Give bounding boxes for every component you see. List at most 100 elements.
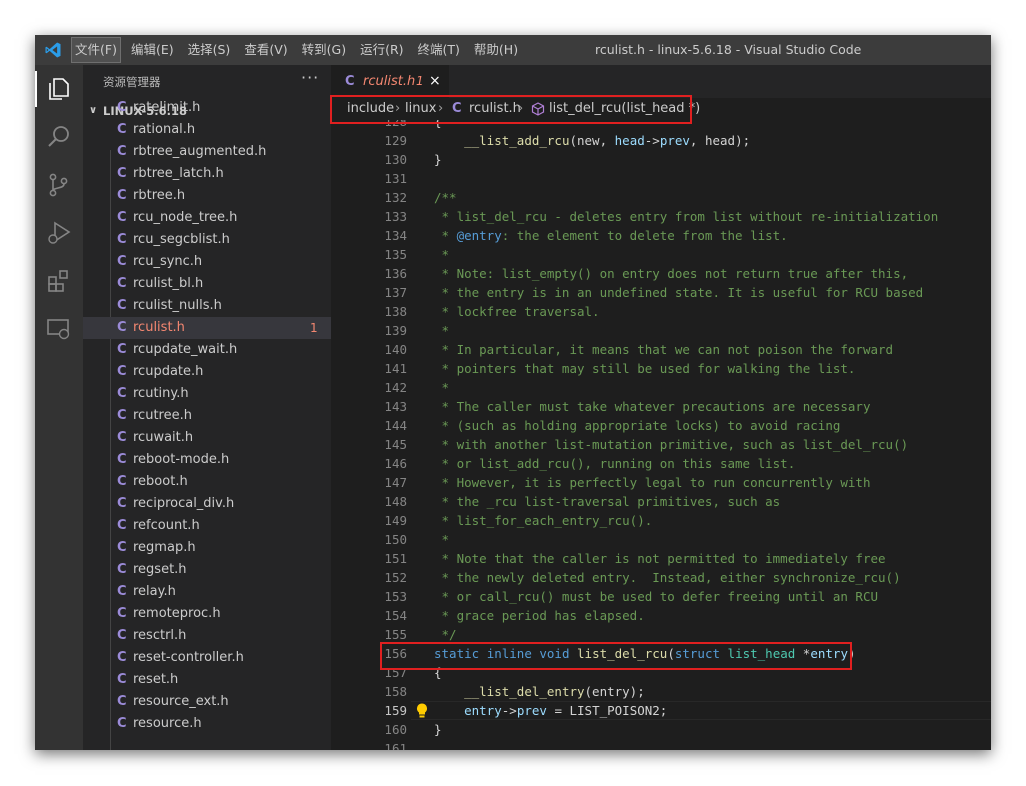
- remote-explorer-icon[interactable]: [45, 315, 73, 343]
- code-line[interactable]: 135 *: [331, 245, 991, 264]
- file-item[interactable]: Creciprocal_div.h: [83, 493, 331, 515]
- more-actions-button[interactable]: ···: [301, 68, 319, 87]
- code-line[interactable]: 146 * or list_add_rcu(), running on this…: [331, 454, 991, 473]
- menu-item[interactable]: 终端(T): [415, 38, 463, 62]
- tab-rculist[interactable]: C rculist.h 1 ×: [331, 65, 449, 98]
- code-text: *: [434, 530, 450, 549]
- window-title: rculist.h - linux-5.6.18 - Visual Studio…: [595, 42, 862, 57]
- file-item[interactable]: Cresctrl.h: [83, 625, 331, 647]
- file-item[interactable]: Cregset.h: [83, 559, 331, 581]
- code-line[interactable]: 137 * the entry is in an undefined state…: [331, 283, 991, 302]
- lightbulb-icon[interactable]: [415, 702, 429, 719]
- file-item[interactable]: Crbtree.h: [83, 185, 331, 207]
- code-line[interactable]: 147 * However, it is perfectly legal to …: [331, 473, 991, 492]
- line-number: 151: [384, 551, 407, 566]
- file-item[interactable]: Creset.h: [83, 669, 331, 691]
- code-line[interactable]: 160}: [331, 720, 991, 739]
- file-item[interactable]: Crculist.h 1: [83, 317, 331, 339]
- menu-item[interactable]: 运行(R): [357, 38, 406, 62]
- menu-item[interactable]: 选择(S): [185, 38, 234, 62]
- file-item[interactable]: Creset-controller.h: [83, 647, 331, 669]
- c-file-icon: C: [117, 694, 127, 709]
- line-number: 150: [384, 532, 407, 547]
- file-name: refcount.h: [133, 518, 200, 533]
- file-name: resctrl.h: [133, 628, 187, 643]
- code-line[interactable]: 134 * @entry: the element to delete from…: [331, 226, 991, 245]
- file-name: regset.h: [133, 562, 187, 577]
- search-icon[interactable]: [45, 123, 73, 151]
- c-file-icon: C: [117, 606, 127, 621]
- code-line[interactable]: 132 /**: [331, 188, 991, 207]
- code-text: }: [434, 150, 442, 169]
- line-number: 138: [384, 304, 407, 319]
- code-line[interactable]: 129 __list_add_rcu(new, head->prev, head…: [331, 131, 991, 150]
- code-line[interactable]: 139 *: [331, 321, 991, 340]
- file-name: resource.h: [133, 716, 202, 731]
- file-item[interactable]: Cregmap.h: [83, 537, 331, 559]
- file-item[interactable]: Crcu_sync.h: [83, 251, 331, 273]
- code-token: /**: [434, 190, 457, 205]
- code-line[interactable]: 144 * (such as holding appropriate locks…: [331, 416, 991, 435]
- vscode-window: 文件(F) 编辑(E) 选择(S) 查看(V) 转到(G) 运行(R) 终端(T) 帮助(H)…: [35, 35, 991, 750]
- code-line[interactable]: 148 * the _rcu list-traversal primitives…: [331, 492, 991, 511]
- explorer-icon[interactable]: [45, 75, 73, 103]
- file-item[interactable]: Cremoteproc.h: [83, 603, 331, 625]
- file-item[interactable]: Crcuwait.h: [83, 427, 331, 449]
- file-item[interactable]: Crational.h: [83, 119, 331, 141]
- explorer-sidebar: 资源管理器 ··· ∨ LINUX-5.6.18 Cratelimit.h Cra…: [83, 65, 331, 750]
- code-token: *: [434, 380, 450, 395]
- code-line[interactable]: 140 * In particular, it means that we ca…: [331, 340, 991, 359]
- code-line[interactable]: 138 * lockfree traversal.: [331, 302, 991, 321]
- code-token: }: [434, 722, 442, 737]
- code-line[interactable]: 159 entry->prev = LIST_POISON2;: [331, 701, 991, 720]
- file-item[interactable]: Crbtree_augmented.h: [83, 141, 331, 163]
- code-text: *: [434, 378, 450, 397]
- file-item[interactable]: Crcutiny.h: [83, 383, 331, 405]
- code-line[interactable]: 136 * Note: list_empty() on entry does n…: [331, 264, 991, 283]
- file-item[interactable]: Crculist_bl.h: [83, 273, 331, 295]
- source-control-icon[interactable]: [45, 171, 73, 199]
- menu-item[interactable]: 编辑(E): [128, 38, 177, 62]
- code-line[interactable]: 133 * list_del_rcu - deletes entry from …: [331, 207, 991, 226]
- file-item[interactable]: Creboot-mode.h: [83, 449, 331, 471]
- run-debug-icon[interactable]: [45, 219, 73, 247]
- code-line[interactable]: 152 * the newly deleted entry. Instead, …: [331, 568, 991, 587]
- menu-item[interactable]: 查看(V): [241, 38, 290, 62]
- file-item[interactable]: Crcu_segcblist.h: [83, 229, 331, 251]
- file-item[interactable]: Crefcount.h: [83, 515, 331, 537]
- code-line[interactable]: 142 *: [331, 378, 991, 397]
- file-item[interactable]: Creboot.h: [83, 471, 331, 493]
- code-line[interactable]: 131: [331, 169, 991, 188]
- file-item[interactable]: Cratelimit.h: [83, 97, 331, 119]
- menu-item[interactable]: 转到(G): [299, 38, 349, 62]
- code-line[interactable]: 145 * with another list-mutation primiti…: [331, 435, 991, 454]
- code-line[interactable]: 161: [331, 739, 991, 750]
- code-line[interactable]: 143 * The caller must take whatever prec…: [331, 397, 991, 416]
- file-item[interactable]: Crcupdate.h: [83, 361, 331, 383]
- code-line[interactable]: 153 * or call_rcu() must be used to defe…: [331, 587, 991, 606]
- file-name: rcu_node_tree.h: [133, 210, 238, 225]
- code-line[interactable]: 154 * grace period has elapsed.: [331, 606, 991, 625]
- code-line[interactable]: 158 __list_del_entry(entry);: [331, 682, 991, 701]
- file-item[interactable]: Crculist_nulls.h: [83, 295, 331, 317]
- file-item[interactable]: Crbtree_latch.h: [83, 163, 331, 185]
- code-line[interactable]: 149 * list_for_each_entry_rcu().: [331, 511, 991, 530]
- file-name: rcu_sync.h: [133, 254, 203, 269]
- file-item[interactable]: Crcu_node_tree.h: [83, 207, 331, 229]
- menu-item[interactable]: 帮助(H): [471, 38, 521, 62]
- code-line[interactable]: 150 *: [331, 530, 991, 549]
- file-item[interactable]: Crcupdate_wait.h: [83, 339, 331, 361]
- c-file-icon: C: [117, 342, 127, 357]
- file-item[interactable]: Cresource_ext.h: [83, 691, 331, 713]
- code-line[interactable]: 141 * pointers that may still be used fo…: [331, 359, 991, 378]
- file-item[interactable]: Crelay.h: [83, 581, 331, 603]
- code-text: * However, it is perfectly legal to run …: [434, 473, 871, 492]
- extensions-icon[interactable]: [45, 267, 73, 295]
- file-item[interactable]: Cresource.h: [83, 713, 331, 735]
- code-line[interactable]: 151 * Note that the caller is not permit…: [331, 549, 991, 568]
- close-icon[interactable]: ×: [429, 65, 441, 98]
- code-line[interactable]: 130}: [331, 150, 991, 169]
- code-token: * grace period has elapsed.: [434, 608, 645, 623]
- file-item[interactable]: Crcutree.h: [83, 405, 331, 427]
- menu-item[interactable]: 文件(F): [71, 37, 121, 63]
